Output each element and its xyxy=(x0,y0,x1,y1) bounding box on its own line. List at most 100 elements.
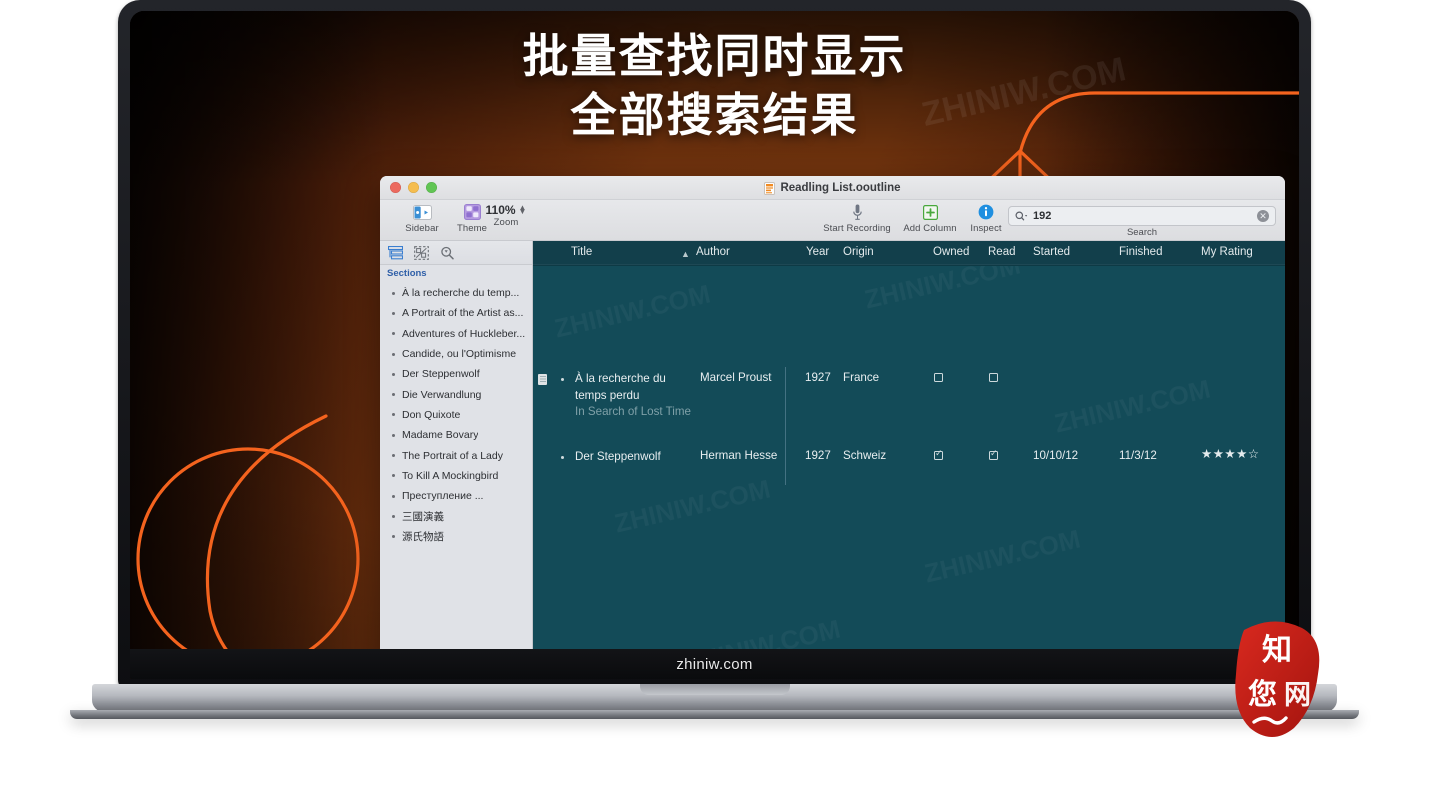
window-body: Sections À la recherche du temp... A Port… xyxy=(380,241,1285,675)
svg-text:您: 您 xyxy=(1248,677,1277,711)
column-header-read[interactable]: Read xyxy=(988,246,1016,258)
svg-text:网: 网 xyxy=(1284,680,1311,711)
row-bullet-icon xyxy=(561,378,564,381)
row-bullet-icon xyxy=(561,456,564,459)
table-watermark: ZHINIW.COM xyxy=(922,524,1084,590)
sidebar-item[interactable]: 源氏物語 xyxy=(380,527,532,547)
toolbar-label: Inspect xyxy=(970,223,1002,234)
sidebar-item[interactable]: À la recherche du temp... xyxy=(380,283,532,303)
search-value: 192 xyxy=(1033,210,1052,222)
sidebar-item[interactable]: Die Verwandlung xyxy=(380,384,532,404)
bullet-icon xyxy=(392,433,395,437)
bullet-icon xyxy=(392,454,395,458)
sidebar-item-list: À la recherche du temp... A Portrait of t… xyxy=(380,282,532,547)
window-titlebar: Readling List.ooutline xyxy=(380,176,1285,200)
sidebar-item-label: Madame Bovary xyxy=(402,429,479,442)
sidebar-item-label: Die Verwandlung xyxy=(402,388,482,401)
column-header-rating[interactable]: My Rating xyxy=(1201,246,1253,258)
column-header-origin[interactable]: Origin xyxy=(843,246,874,258)
bullet-icon xyxy=(392,393,395,397)
zoom-label: Zoom xyxy=(493,217,519,228)
sidebar-tool-row xyxy=(380,241,532,265)
dashed-selection-icon[interactable] xyxy=(414,245,429,260)
bullet-icon xyxy=(392,311,395,315)
checkbox-read[interactable] xyxy=(989,373,998,382)
checkbox-owned[interactable] xyxy=(934,448,943,460)
table-header-row: Title ▲ Author Year Origin Owned Read St… xyxy=(533,241,1285,266)
bullet-icon xyxy=(392,413,395,417)
row-note-icon[interactable] xyxy=(538,374,547,385)
zoom-value: 110% xyxy=(485,203,516,217)
microphone-icon xyxy=(852,202,862,222)
search-magnifier-icon[interactable] xyxy=(440,246,455,260)
sidebar-item[interactable]: To Kill A Mockingbird xyxy=(380,466,532,486)
column-header-owned[interactable]: Owned xyxy=(933,246,969,258)
column-divider xyxy=(785,367,786,445)
search-magnifier-icon[interactable] xyxy=(1015,211,1028,222)
cell-origin: France xyxy=(843,371,880,384)
cell-rating[interactable]: ★★★★☆ xyxy=(1201,447,1259,462)
column-header-year[interactable]: Year xyxy=(806,246,829,258)
sidebar-section-header: Sections xyxy=(387,268,427,279)
sidebar-item-label: To Kill A Mockingbird xyxy=(402,469,499,482)
toolbar-label: Start Recording xyxy=(823,223,891,234)
bullet-icon xyxy=(392,352,395,356)
info-circle-icon xyxy=(978,202,994,222)
sidebar-item-label: 三國演義 xyxy=(402,510,444,523)
cell-author: Herman Hesse xyxy=(700,449,778,462)
column-header-title[interactable]: Title xyxy=(571,246,592,258)
table-watermark: ZHINIW.COM xyxy=(552,279,714,345)
bullet-icon xyxy=(392,372,395,376)
checkbox-owned[interactable] xyxy=(934,373,943,382)
sidebar-item[interactable]: The Portrait of a Lady xyxy=(380,445,532,465)
checkbox-read[interactable] xyxy=(989,448,998,460)
column-header-started[interactable]: Started xyxy=(1033,246,1070,258)
app-toolbar: Sidebar Theme 110% ▲ ▼ Zoom Start Record… xyxy=(380,200,1285,241)
cell-title: À la recherche du temps perdu xyxy=(575,372,666,402)
sidebar-item[interactable]: A Portrait of the Artist as... xyxy=(380,303,532,323)
laptop-screen: 批量查找同时显示 全部搜索结果 ZHINIW.COM ZHINIW.COM xyxy=(130,11,1299,679)
sidebar-item[interactable]: Der Steppenwolf xyxy=(380,364,532,384)
cell-year: 1927 xyxy=(805,371,831,384)
bezel-brand-label: zhiniw.com xyxy=(676,655,753,673)
sidebar-item-label: Преступление ... xyxy=(402,490,484,503)
sidebar-item[interactable]: 三國演義 xyxy=(380,506,532,526)
chevron-stepper-icon[interactable]: ▲ ▼ xyxy=(519,204,527,216)
cell-author: Marcel Proust xyxy=(700,371,772,384)
sidebar-item-label: A Portrait of the Artist as... xyxy=(402,307,524,320)
search-input[interactable]: 192 ✕ xyxy=(1008,206,1276,226)
sidebar-item[interactable]: Don Quixote xyxy=(380,405,532,425)
sidebar-item[interactable]: Преступление ... xyxy=(380,486,532,506)
column-header-author[interactable]: Author xyxy=(696,246,730,258)
outline-document-icon xyxy=(764,181,776,195)
table-row[interactable]: À la recherche du temps perdu In Search o… xyxy=(533,367,1285,447)
svg-text:知: 知 xyxy=(1262,633,1292,668)
bullet-icon xyxy=(392,535,395,539)
sidebar-item[interactable]: Madame Bovary xyxy=(380,425,532,445)
bullet-icon xyxy=(392,332,395,336)
table-row[interactable]: Der Steppenwolf Herman Hesse 1927 Schweiz 10… xyxy=(533,445,1285,487)
cell-finished: 11/3/12 xyxy=(1119,449,1157,462)
sidebar-item[interactable]: Adventures of Huckleber... xyxy=(380,324,532,344)
bullet-icon xyxy=(392,494,395,498)
laptop-base xyxy=(92,684,1337,712)
clear-circle-icon[interactable]: ✕ xyxy=(1257,210,1269,222)
cell-title: Der Steppenwolf xyxy=(575,450,661,463)
sort-ascending-icon[interactable]: ▲ xyxy=(681,249,690,259)
sidebar-item-label: À la recherche du temp... xyxy=(402,287,520,300)
zoom-value-group[interactable]: 110% ▲ ▼ xyxy=(486,203,527,217)
search-label: Search xyxy=(1126,227,1158,238)
laptop-frame: 批量查找同时显示 全部搜索结果 ZHINIW.COM ZHINIW.COM xyxy=(118,0,1311,690)
outline-structure-icon[interactable] xyxy=(388,245,403,260)
zoom-control[interactable]: 110% ▲ ▼ Zoom xyxy=(476,203,536,228)
sidebar-item-label: 源氏物語 xyxy=(402,531,444,544)
cell-subtitle: In Search of Lost Time xyxy=(575,405,691,418)
toolbar-button-start-recording[interactable]: Start Recording xyxy=(819,202,895,234)
sidebar-item[interactable]: Candide, ou l'Optimisme xyxy=(380,344,532,364)
brand-seal-logo: 知 网 您 xyxy=(1235,621,1320,737)
cell-year: 1927 xyxy=(805,449,831,462)
sidebar-item-label: Don Quixote xyxy=(402,408,461,421)
bullet-icon xyxy=(392,514,395,518)
outline-table-panel: ZHINIW.COM ZHINIW.COM ZHINIW.COM ZHINIW.… xyxy=(533,241,1285,675)
column-header-finished[interactable]: Finished xyxy=(1119,246,1162,258)
